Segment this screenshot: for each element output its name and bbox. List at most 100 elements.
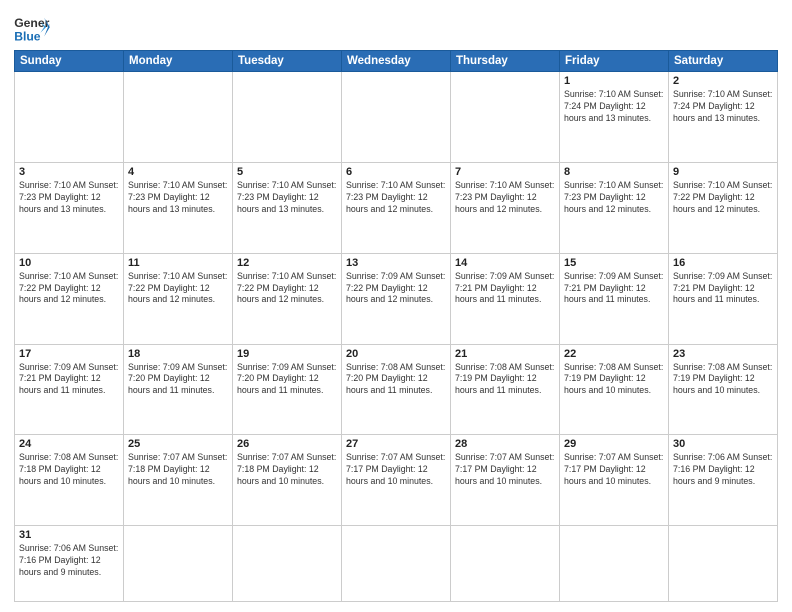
calendar-cell — [451, 72, 560, 163]
weekday-header-friday: Friday — [560, 51, 669, 72]
day-number: 6 — [346, 166, 446, 178]
weekday-header-tuesday: Tuesday — [233, 51, 342, 72]
calendar-cell: 6 Sunrise: 7:10 AM Sunset: 7:23 PM Daylig… — [342, 162, 451, 253]
day-number: 3 — [19, 166, 119, 178]
day-number: 24 — [19, 438, 119, 450]
calendar-cell — [124, 72, 233, 163]
calendar-cell: 14 Sunrise: 7:09 AM Sunset: 7:21 PM Dayli… — [451, 253, 560, 344]
weekday-header-sunday: Sunday — [15, 51, 124, 72]
calendar-cell: 16 Sunrise: 7:09 AM Sunset: 7:21 PM Dayli… — [669, 253, 778, 344]
calendar-cell: 22 Sunrise: 7:08 AM Sunset: 7:19 PM Dayli… — [560, 344, 669, 435]
day-number: 11 — [128, 257, 228, 269]
day-info: Sunrise: 7:08 AM Sunset: 7:18 PM Dayligh… — [19, 452, 119, 488]
weekday-header-monday: Monday — [124, 51, 233, 72]
calendar-cell: 20Sunrise: 7:08 AM Sunset: 7:20 PM Dayli… — [342, 344, 451, 435]
day-info: Sunrise: 7:09 AM Sunset: 7:21 PM Dayligh… — [455, 271, 555, 307]
calendar-cell: 12 Sunrise: 7:10 AM Sunset: 7:22 PM Dayli… — [233, 253, 342, 344]
day-number: 26 — [237, 438, 337, 450]
day-number: 22 — [564, 348, 664, 360]
calendar-cell — [233, 526, 342, 602]
day-number: 19 — [237, 348, 337, 360]
day-number: 15 — [564, 257, 664, 269]
day-number: 9 — [673, 166, 773, 178]
calendar-cell: 13 Sunrise: 7:09 AM Sunset: 7:22 PM Dayli… — [342, 253, 451, 344]
calendar-cell — [233, 72, 342, 163]
day-number: 14 — [455, 257, 555, 269]
day-info: Sunrise: 7:09 AM Sunset: 7:20 PM Dayligh… — [237, 362, 337, 398]
calendar-cell — [15, 72, 124, 163]
day-number: 29 — [564, 438, 664, 450]
calendar-cell: 15Sunrise: 7:09 AM Sunset: 7:21 PM Dayli… — [560, 253, 669, 344]
day-number: 7 — [455, 166, 555, 178]
calendar-cell: 28 Sunrise: 7:07 AM Sunset: 7:17 PM Dayli… — [451, 435, 560, 526]
day-info: Sunrise: 7:07 AM Sunset: 7:17 PM Dayligh… — [564, 452, 664, 488]
day-number: 1 — [564, 75, 664, 87]
day-number: 16 — [673, 257, 773, 269]
calendar-cell — [342, 72, 451, 163]
day-number: 28 — [455, 438, 555, 450]
day-info: Sunrise: 7:07 AM Sunset: 7:17 PM Dayligh… — [346, 452, 446, 488]
day-info: Sunrise: 7:09 AM Sunset: 7:22 PM Dayligh… — [346, 271, 446, 307]
day-info: Sunrise: 7:10 AM Sunset: 7:24 PM Dayligh… — [564, 89, 664, 125]
day-number: 4 — [128, 166, 228, 178]
calendar-cell — [342, 526, 451, 602]
day-number: 31 — [19, 529, 119, 541]
day-info: Sunrise: 7:09 AM Sunset: 7:20 PM Dayligh… — [128, 362, 228, 398]
day-number: 30 — [673, 438, 773, 450]
calendar-cell: 5Sunrise: 7:10 AM Sunset: 7:23 PM Daylig… — [233, 162, 342, 253]
day-info: Sunrise: 7:10 AM Sunset: 7:24 PM Dayligh… — [673, 89, 773, 125]
day-info: Sunrise: 7:08 AM Sunset: 7:19 PM Dayligh… — [673, 362, 773, 398]
calendar-cell: 29 Sunrise: 7:07 AM Sunset: 7:17 PM Dayli… — [560, 435, 669, 526]
calendar-cell: 25 Sunrise: 7:07 AM Sunset: 7:18 PM Dayli… — [124, 435, 233, 526]
day-info: Sunrise: 7:06 AM Sunset: 7:16 PM Dayligh… — [673, 452, 773, 488]
day-number: 8 — [564, 166, 664, 178]
calendar-cell: 3Sunrise: 7:10 AM Sunset: 7:23 PM Daylig… — [15, 162, 124, 253]
day-info: Sunrise: 7:08 AM Sunset: 7:20 PM Dayligh… — [346, 362, 446, 398]
calendar-cell: 17Sunrise: 7:09 AM Sunset: 7:21 PM Dayli… — [15, 344, 124, 435]
weekday-header-thursday: Thursday — [451, 51, 560, 72]
day-info: Sunrise: 7:10 AM Sunset: 7:22 PM Dayligh… — [237, 271, 337, 307]
day-number: 18 — [128, 348, 228, 360]
day-number: 13 — [346, 257, 446, 269]
day-number: 12 — [237, 257, 337, 269]
day-info: Sunrise: 7:07 AM Sunset: 7:17 PM Dayligh… — [455, 452, 555, 488]
day-info: Sunrise: 7:10 AM Sunset: 7:23 PM Dayligh… — [128, 180, 228, 216]
day-number: 10 — [19, 257, 119, 269]
day-number: 25 — [128, 438, 228, 450]
day-number: 2 — [673, 75, 773, 87]
calendar-cell — [124, 526, 233, 602]
calendar-cell — [451, 526, 560, 602]
generalblue-logo-icon: General Blue — [14, 14, 50, 44]
logo: General Blue — [14, 14, 50, 44]
calendar-cell: 27 Sunrise: 7:07 AM Sunset: 7:17 PM Dayli… — [342, 435, 451, 526]
calendar-cell — [560, 526, 669, 602]
day-number: 27 — [346, 438, 446, 450]
calendar-cell: 19 Sunrise: 7:09 AM Sunset: 7:20 PM Dayli… — [233, 344, 342, 435]
calendar-cell: 31 Sunrise: 7:06 AM Sunset: 7:16 PM Dayli… — [15, 526, 124, 602]
calendar-cell: 18 Sunrise: 7:09 AM Sunset: 7:20 PM Dayli… — [124, 344, 233, 435]
calendar-cell: 10 Sunrise: 7:10 AM Sunset: 7:22 PM Dayli… — [15, 253, 124, 344]
calendar-cell: 2 Sunrise: 7:10 AM Sunset: 7:24 PM Daylig… — [669, 72, 778, 163]
calendar-cell: 7Sunrise: 7:10 AM Sunset: 7:23 PM Daylig… — [451, 162, 560, 253]
calendar-cell: 26 Sunrise: 7:07 AM Sunset: 7:18 PM Dayli… — [233, 435, 342, 526]
day-number: 23 — [673, 348, 773, 360]
day-info: Sunrise: 7:07 AM Sunset: 7:18 PM Dayligh… — [128, 452, 228, 488]
day-info: Sunrise: 7:09 AM Sunset: 7:21 PM Dayligh… — [673, 271, 773, 307]
svg-text:Blue: Blue — [14, 29, 41, 43]
day-info: Sunrise: 7:10 AM Sunset: 7:22 PM Dayligh… — [673, 180, 773, 216]
calendar-cell: 23 Sunrise: 7:08 AM Sunset: 7:19 PM Dayli… — [669, 344, 778, 435]
day-number: 17 — [19, 348, 119, 360]
calendar-cell: 4 Sunrise: 7:10 AM Sunset: 7:23 PM Daylig… — [124, 162, 233, 253]
day-info: Sunrise: 7:08 AM Sunset: 7:19 PM Dayligh… — [455, 362, 555, 398]
day-info: Sunrise: 7:10 AM Sunset: 7:22 PM Dayligh… — [19, 271, 119, 307]
calendar-cell: 21 Sunrise: 7:08 AM Sunset: 7:19 PM Dayli… — [451, 344, 560, 435]
weekday-header-saturday: Saturday — [669, 51, 778, 72]
day-info: Sunrise: 7:08 AM Sunset: 7:19 PM Dayligh… — [564, 362, 664, 398]
day-info: Sunrise: 7:10 AM Sunset: 7:23 PM Dayligh… — [564, 180, 664, 216]
calendar-table: SundayMondayTuesdayWednesdayThursdayFrid… — [14, 50, 778, 602]
day-info: Sunrise: 7:07 AM Sunset: 7:18 PM Dayligh… — [237, 452, 337, 488]
day-number: 21 — [455, 348, 555, 360]
day-info: Sunrise: 7:10 AM Sunset: 7:23 PM Dayligh… — [346, 180, 446, 216]
calendar-cell: 30 Sunrise: 7:06 AM Sunset: 7:16 PM Dayli… — [669, 435, 778, 526]
day-info: Sunrise: 7:06 AM Sunset: 7:16 PM Dayligh… — [19, 543, 119, 579]
